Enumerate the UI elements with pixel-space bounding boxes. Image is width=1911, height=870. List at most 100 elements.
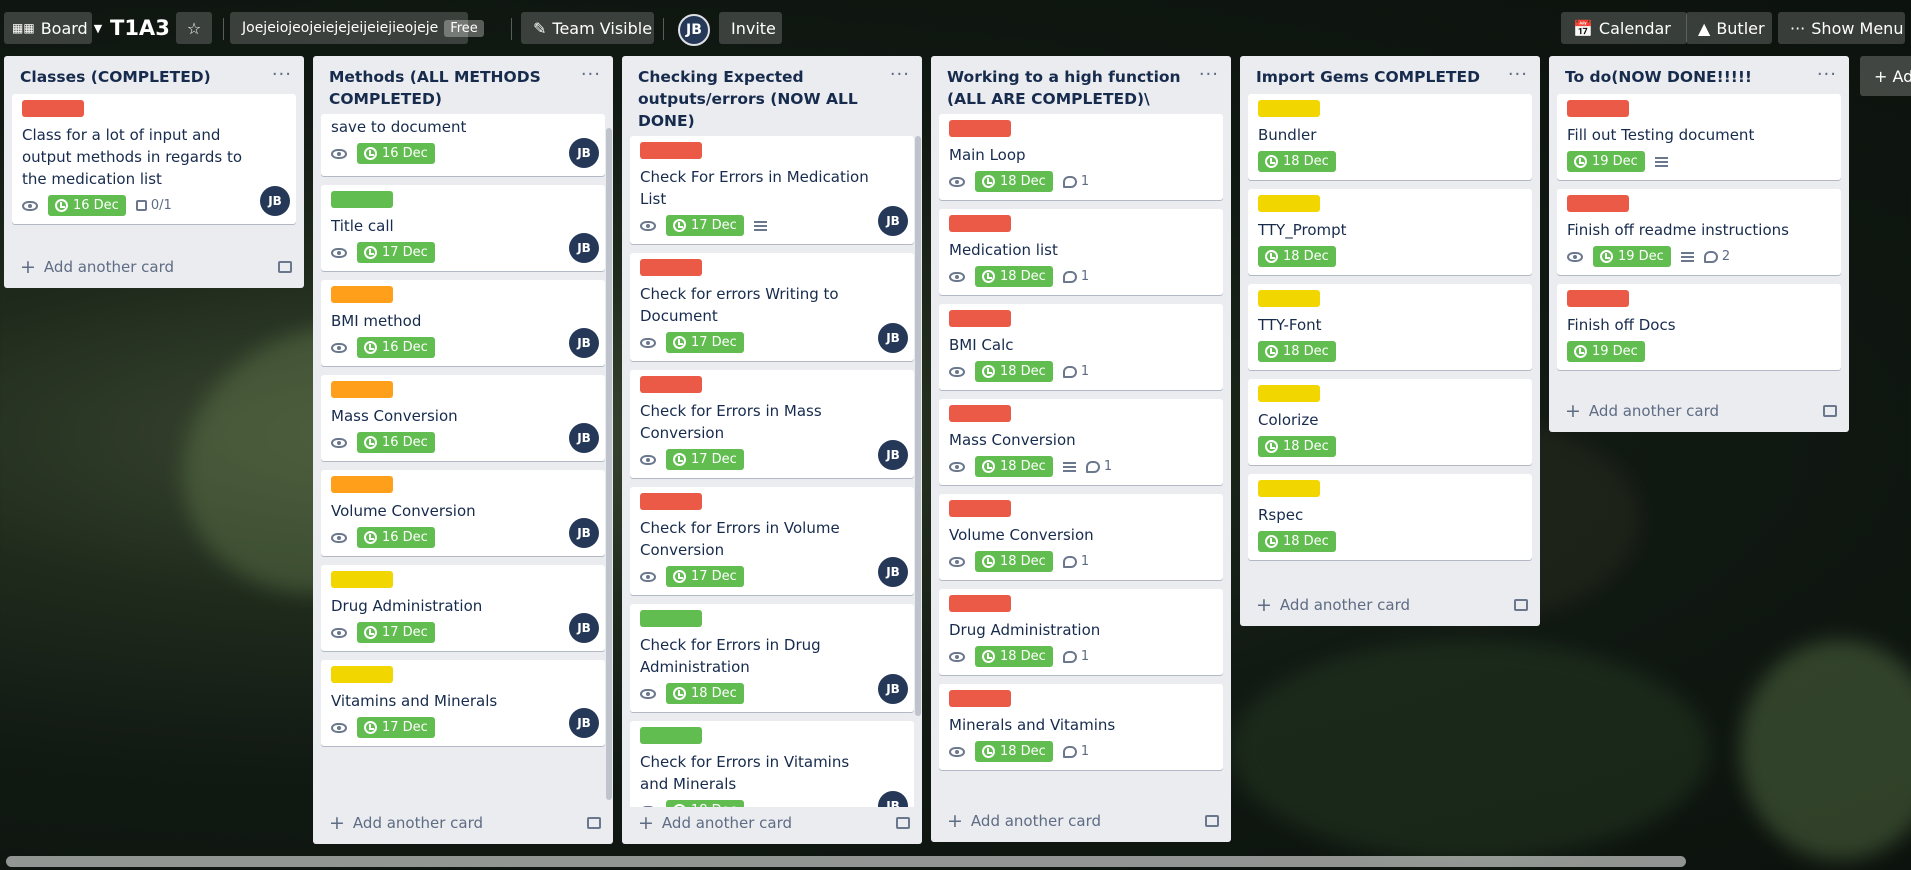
card-template-icon[interactable] bbox=[587, 817, 601, 829]
due-date-badge[interactable]: 18 Dec bbox=[666, 800, 744, 807]
due-date-badge[interactable]: 16 Dec bbox=[357, 432, 435, 453]
due-date-badge[interactable]: 16 Dec bbox=[357, 337, 435, 358]
list-menu-icon[interactable]: ··· bbox=[581, 66, 601, 110]
card[interactable]: Title call 17 Dec JB bbox=[321, 185, 605, 271]
due-date-badge[interactable]: 17 Dec bbox=[357, 242, 435, 263]
board-title[interactable]: T1A3 bbox=[104, 12, 176, 44]
list-menu-icon[interactable]: ··· bbox=[1817, 66, 1837, 90]
card[interactable]: Finish off Docs 19 Dec bbox=[1557, 284, 1841, 370]
add-card-button[interactable]: + Add another card bbox=[947, 812, 1101, 831]
card[interactable]: Colorize 18 Dec bbox=[1248, 379, 1532, 465]
due-date-badge[interactable]: 18 Dec bbox=[666, 683, 744, 704]
member-avatar[interactable]: JB bbox=[678, 14, 710, 46]
add-card-button[interactable]: + Add another card bbox=[638, 814, 792, 833]
card[interactable]: Class for a lot of input and output meth… bbox=[12, 94, 296, 224]
add-card-button[interactable]: + Add another card bbox=[329, 814, 483, 833]
card[interactable]: Volume Conversion 16 Dec JB bbox=[321, 470, 605, 556]
due-date-badge[interactable]: 17 Dec bbox=[666, 215, 744, 236]
member-avatar[interactable]: JB bbox=[878, 440, 908, 470]
member-avatar[interactable]: JB bbox=[569, 518, 599, 548]
member-avatar[interactable]: JB bbox=[878, 206, 908, 236]
list-title[interactable]: Checking Expected outputs/errors (NOW AL… bbox=[638, 66, 890, 132]
card[interactable]: Volume Conversion 18 Dec 1 bbox=[939, 494, 1223, 580]
member-avatar[interactable]: JB bbox=[878, 557, 908, 587]
due-date-badge[interactable]: 16 Dec bbox=[357, 143, 435, 164]
due-date-badge[interactable]: 18 Dec bbox=[1258, 151, 1336, 172]
card[interactable]: save to document 16 Dec JB bbox=[321, 114, 605, 176]
invite-button[interactable]: Invite bbox=[719, 12, 782, 44]
due-date-badge[interactable]: 18 Dec bbox=[975, 171, 1053, 192]
list-menu-icon[interactable]: ··· bbox=[1199, 66, 1219, 110]
due-date-badge[interactable]: 18 Dec bbox=[1258, 341, 1336, 362]
add-card-button[interactable]: + Add another card bbox=[1565, 402, 1719, 421]
vertical-scrollbar[interactable] bbox=[915, 136, 921, 716]
card[interactable]: TTY-Font 18 Dec bbox=[1248, 284, 1532, 370]
card[interactable]: Vitamins and Minerals 17 Dec JB bbox=[321, 660, 605, 746]
card[interactable]: Check for errors Writing to Document 17 D… bbox=[630, 253, 914, 361]
vertical-scrollbar[interactable] bbox=[606, 128, 612, 800]
butler-button[interactable]: ▲ Butler bbox=[1686, 12, 1772, 44]
card[interactable]: Check For Errors in Medication List 17 De… bbox=[630, 136, 914, 244]
due-date-badge[interactable]: 18 Dec bbox=[975, 361, 1053, 382]
due-date-badge[interactable]: 19 Dec bbox=[1593, 246, 1671, 267]
card[interactable]: Check for Errors in Drug Administration 1… bbox=[630, 604, 914, 712]
due-date-badge[interactable]: 19 Dec bbox=[1567, 151, 1645, 172]
card[interactable]: Fill out Testing document 19 Dec bbox=[1557, 94, 1841, 180]
due-date-badge[interactable]: 16 Dec bbox=[48, 195, 126, 216]
member-avatar[interactable]: JB bbox=[569, 613, 599, 643]
card[interactable]: Check for Errors in Volume Conversion 17 … bbox=[630, 487, 914, 595]
due-date-badge[interactable]: 17 Dec bbox=[666, 566, 744, 587]
member-avatar[interactable]: JB bbox=[260, 186, 290, 216]
due-date-badge[interactable]: 17 Dec bbox=[666, 449, 744, 470]
show-menu-button[interactable]: ··· Show Menu bbox=[1778, 12, 1905, 44]
card[interactable]: Finish off readme instructions 19 Dec 2 bbox=[1557, 189, 1841, 275]
due-date-badge[interactable]: 18 Dec bbox=[1258, 246, 1336, 267]
due-date-badge[interactable]: 18 Dec bbox=[975, 551, 1053, 572]
horizontal-scrollbar[interactable] bbox=[6, 856, 1686, 867]
due-date-badge[interactable]: 18 Dec bbox=[1258, 531, 1336, 552]
list-menu-icon[interactable]: ··· bbox=[1508, 66, 1528, 90]
card[interactable]: Mass Conversion 16 Dec JB bbox=[321, 375, 605, 461]
add-card-button[interactable]: + Add another card bbox=[1256, 596, 1410, 615]
add-card-button[interactable]: + Add another card bbox=[20, 258, 174, 277]
card[interactable]: Check for Errors in Mass Conversion 17 De… bbox=[630, 370, 914, 478]
member-avatar[interactable]: JB bbox=[878, 674, 908, 704]
member-avatar[interactable]: JB bbox=[569, 328, 599, 358]
card[interactable]: BMI Calc 18 Dec 1 bbox=[939, 304, 1223, 390]
due-date-badge[interactable]: 18 Dec bbox=[975, 266, 1053, 287]
due-date-badge[interactable]: 19 Dec bbox=[1567, 341, 1645, 362]
card-template-icon[interactable] bbox=[1514, 599, 1528, 611]
workspace-button[interactable]: Joejeiojeojeiejejeijeiejieojeje Free bbox=[230, 12, 484, 44]
card[interactable]: TTY_Prompt 18 Dec bbox=[1248, 189, 1532, 275]
card[interactable]: BMI method 16 Dec JB bbox=[321, 280, 605, 366]
due-date-badge[interactable]: 17 Dec bbox=[357, 622, 435, 643]
star-button[interactable]: ☆ bbox=[176, 12, 212, 44]
due-date-badge[interactable]: 18 Dec bbox=[975, 646, 1053, 667]
card[interactable]: Bundler 18 Dec bbox=[1248, 94, 1532, 180]
due-date-badge[interactable]: 17 Dec bbox=[666, 332, 744, 353]
card[interactable]: Rspec 18 Dec bbox=[1248, 474, 1532, 560]
card-template-icon[interactable] bbox=[1823, 405, 1837, 417]
add-list-button[interactable]: + Ad bbox=[1860, 56, 1911, 96]
card-template-icon[interactable] bbox=[896, 817, 910, 829]
due-date-badge[interactable]: 18 Dec bbox=[975, 456, 1053, 477]
member-avatar[interactable]: JB bbox=[878, 323, 908, 353]
card[interactable]: Minerals and Vitamins 18 Dec 1 bbox=[939, 684, 1223, 770]
board-view-switcher[interactable]: ▦▦ Board ▼ bbox=[4, 12, 102, 44]
card[interactable]: Medication list 18 Dec 1 bbox=[939, 209, 1223, 295]
list-menu-icon[interactable]: ··· bbox=[890, 66, 910, 132]
member-avatar[interactable]: JB bbox=[569, 423, 599, 453]
due-date-badge[interactable]: 18 Dec bbox=[975, 741, 1053, 762]
list-title[interactable]: Methods (ALL METHODS COMPLETED) bbox=[329, 66, 581, 110]
card[interactable]: Mass Conversion 18 Dec 1 bbox=[939, 399, 1223, 485]
list-title[interactable]: Classes (COMPLETED) bbox=[20, 66, 211, 90]
member-avatar[interactable]: JB bbox=[569, 138, 599, 168]
list-title[interactable]: Working to a high function (ALL ARE COMP… bbox=[947, 66, 1199, 110]
list-title[interactable]: Import Gems COMPLETED bbox=[1256, 66, 1480, 90]
card[interactable]: Main Loop 18 Dec 1 bbox=[939, 114, 1223, 200]
visibility-button[interactable]: ✎ Team Visible bbox=[521, 12, 654, 44]
card[interactable]: Check for Errors in Vitamins and Mineral… bbox=[630, 721, 914, 807]
due-date-badge[interactable]: 16 Dec bbox=[357, 527, 435, 548]
list-menu-icon[interactable]: ··· bbox=[272, 66, 292, 90]
card-template-icon[interactable] bbox=[278, 261, 292, 273]
